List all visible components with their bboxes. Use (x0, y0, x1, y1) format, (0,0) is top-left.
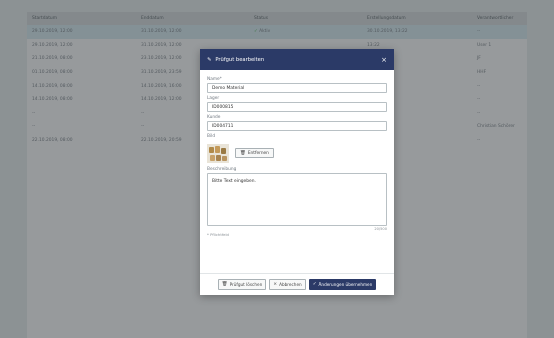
dialog-title: Prüfgut bearbeiten (215, 56, 265, 63)
cancel-button-label: Abbrechen (279, 282, 302, 287)
check-icon: ✓ (312, 282, 317, 287)
image-row: 🗑 Entfernen (207, 142, 387, 164)
kunde-input[interactable]: ID004711 (207, 121, 387, 131)
name-input[interactable]: Demo Material (207, 83, 387, 93)
product-image-thumbnail[interactable] (207, 143, 229, 163)
close-icon: × (273, 282, 278, 287)
apply-button[interactable]: ✓ Änderungen übernehmen (308, 279, 377, 290)
bild-label: Bild (207, 134, 216, 139)
required-hint: * Pflichtfeld (207, 232, 229, 237)
remove-image-label: Entfernen (247, 150, 269, 156)
trash-icon: 🗑 (240, 150, 246, 156)
lager-input[interactable]: ID000815 (207, 102, 387, 112)
delete-button[interactable]: 🗑 Prüfgut löschen (217, 279, 267, 290)
edit-dialog: ✎ Prüfgut bearbeiten × Name* Demo Materi… (200, 49, 394, 295)
close-icon[interactable]: × (381, 56, 387, 64)
trash-icon: 🗑 (221, 282, 228, 287)
cancel-button[interactable]: × Abbrechen (269, 279, 306, 290)
dialog-header: ✎ Prüfgut bearbeiten × (200, 49, 394, 70)
apply-button-label: Änderungen übernehmen (318, 282, 373, 287)
pencil-icon: ✎ (207, 56, 212, 63)
dialog-footer: 🗑 Prüfgut löschen × Abbrechen ✓ Änderung… (200, 273, 394, 295)
remove-image-button[interactable]: 🗑 Entfernen (235, 148, 274, 158)
delete-button-label: Prüfgut löschen (229, 282, 263, 287)
description-textarea[interactable]: Bitte Text eingeben. (207, 173, 387, 226)
dialog-body: Name* Demo Material Lager ID000815 Kunde… (200, 70, 394, 240)
